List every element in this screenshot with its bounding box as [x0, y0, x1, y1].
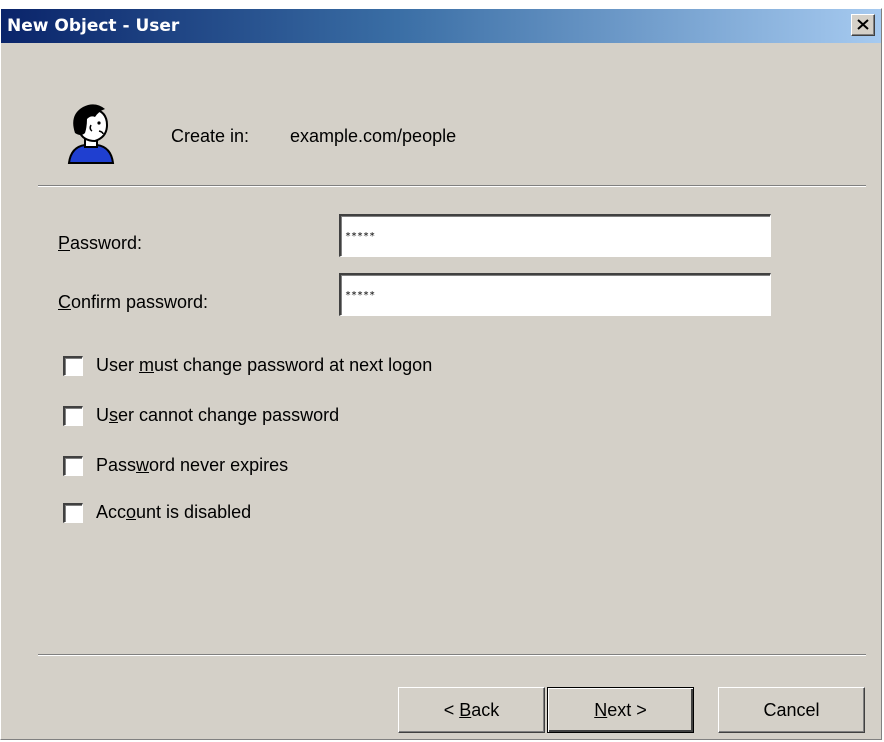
cannot-change-password-label: User cannot change password — [96, 405, 340, 425]
confirm-password-label: Confirm password: — [58, 292, 209, 312]
back-button[interactable]: < Back — [398, 687, 545, 733]
account-disabled-checkbox[interactable] — [63, 503, 83, 523]
window-title: New Object - User — [7, 16, 180, 36]
confirm-password-input[interactable] — [339, 273, 771, 316]
cancel-button[interactable]: Cancel — [718, 687, 865, 733]
close-icon — [857, 19, 869, 30]
password-never-expires-label: Password never expires — [96, 455, 289, 475]
close-button[interactable] — [851, 14, 875, 36]
title-bar[interactable]: New Object - User — [1, 9, 881, 43]
user-icon — [67, 104, 115, 164]
cannot-change-password-checkbox[interactable] — [63, 406, 83, 426]
next-button[interactable]: Next > — [547, 687, 694, 733]
create-in-path: example.com/people — [290, 126, 457, 146]
separator-top — [38, 185, 866, 187]
password-input[interactable] — [339, 214, 771, 257]
create-in-label: Create in: — [171, 126, 250, 146]
new-object-user-dialog: New Object - User Create in: example.com… — [0, 8, 882, 740]
account-disabled-label: Account is disabled — [96, 502, 252, 522]
separator-bottom — [38, 654, 866, 656]
change-at-next-logon-checkbox[interactable] — [63, 356, 83, 376]
password-never-expires-checkbox[interactable] — [63, 456, 83, 476]
password-label: Password: — [58, 233, 143, 253]
change-at-next-logon-label: User must change password at next logon — [96, 355, 433, 375]
